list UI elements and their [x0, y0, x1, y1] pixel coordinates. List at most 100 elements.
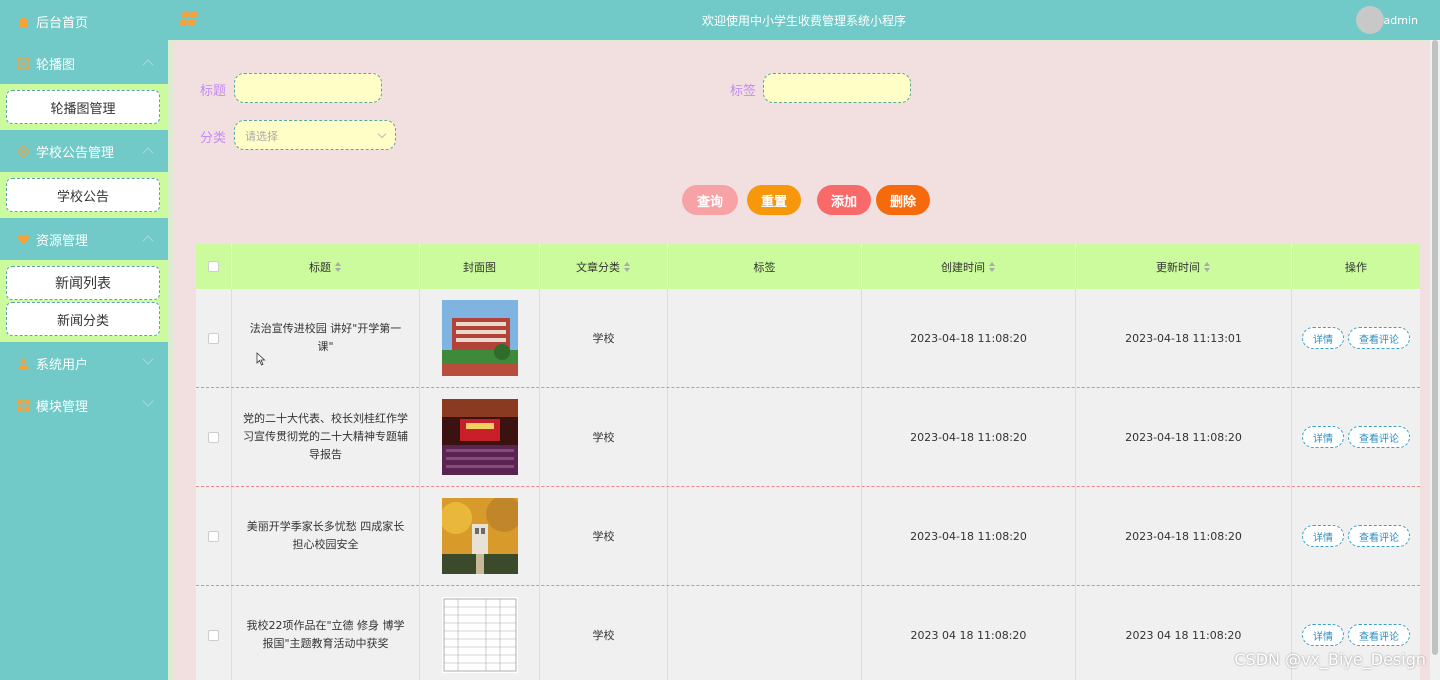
- row-tag: [668, 487, 862, 585]
- row-checkbox[interactable]: [208, 530, 219, 542]
- sidebar-home[interactable]: 后台首页: [0, 0, 168, 42]
- sidebar-item-school-notice[interactable]: 学校公告: [6, 178, 160, 212]
- row-updated: 2023-04-18 11:08:20: [1076, 487, 1292, 585]
- reset-button[interactable]: 重置: [747, 185, 801, 215]
- row-title: 我校22项作品在"立德 修身 博学 报国"主题教育活动中获奖: [232, 586, 420, 680]
- chevron-up-icon: [142, 147, 154, 159]
- detail-button[interactable]: 详情: [1302, 426, 1344, 448]
- search-button[interactable]: 查询: [682, 185, 738, 215]
- col-cover: 封面图: [420, 244, 540, 289]
- mouse-cursor-icon: [256, 352, 266, 366]
- chevron-up-icon: [142, 59, 154, 71]
- detail-button[interactable]: 详情: [1302, 525, 1344, 547]
- sidebar-group-users[interactable]: 系统用户: [0, 342, 168, 384]
- sidebar-group-modules[interactable]: 模块管理: [0, 384, 168, 426]
- tag-filter-input[interactable]: [763, 73, 911, 103]
- col-created-label: 创建时间: [941, 260, 985, 274]
- col-updated-label: 更新时间: [1156, 260, 1200, 274]
- view-comments-button[interactable]: 查看评论: [1348, 525, 1410, 547]
- chevron-down-icon: [377, 129, 387, 139]
- sort-icon[interactable]: [1204, 261, 1211, 272]
- row-title: 美丽开学季家长多忧愁 四成家长担心校园安全: [232, 487, 420, 585]
- sort-icon[interactable]: [989, 261, 996, 272]
- row-actions: 详情 查看评论: [1292, 487, 1420, 585]
- submenu-notice: 学校公告: [0, 172, 168, 218]
- page-scrollbar[interactable]: [1430, 40, 1440, 680]
- row-actions: 详情 查看评论: [1292, 388, 1420, 486]
- main-content: 标题 标签 分类 请选择 查询 重置 添加 删除 标题 封面图 文章分类 标签 …: [168, 40, 1430, 680]
- detail-button[interactable]: 详情: [1302, 624, 1344, 646]
- row-created: 2023-04-18 11:08:20: [862, 487, 1076, 585]
- select-all-checkbox[interactable]: [208, 261, 219, 272]
- row-updated: 2023-04-18 11:13:01: [1076, 289, 1292, 387]
- row-category: 学校: [540, 388, 668, 486]
- grid-icon: [16, 398, 30, 412]
- col-title[interactable]: 标题: [232, 244, 420, 289]
- user-icon: [16, 356, 30, 370]
- sidebar-group-resources[interactable]: 资源管理: [0, 218, 168, 260]
- sidebar-group-notice[interactable]: 学校公告管理: [0, 130, 168, 172]
- row-select-cell: [196, 487, 232, 585]
- view-comments-button[interactable]: 查看评论: [1348, 624, 1410, 646]
- sidebar-item-news-list[interactable]: 新闻列表: [6, 266, 160, 300]
- avatar[interactable]: [1356, 6, 1384, 34]
- title-filter-input[interactable]: [234, 73, 382, 103]
- add-button[interactable]: 添加: [817, 185, 871, 215]
- row-checkbox[interactable]: [208, 431, 219, 443]
- scrollbar-thumb[interactable]: [1432, 40, 1438, 655]
- sort-icon[interactable]: [335, 261, 342, 272]
- table-header: 标题 封面图 文章分类 标签 创建时间 更新时间 操作: [196, 244, 1420, 289]
- select-all-cell: [196, 244, 232, 289]
- row-tag: [668, 586, 862, 680]
- col-category[interactable]: 文章分类: [540, 244, 668, 289]
- col-actions: 操作: [1345, 260, 1367, 274]
- sidebar-group-label: 模块管理: [36, 399, 89, 415]
- sidebar-home-label: 后台首页: [36, 15, 89, 31]
- table-row: 美丽开学季家长多忧愁 四成家长担心校园安全 学校 2023-04-18 11:0…: [196, 487, 1420, 586]
- image-icon: [16, 56, 30, 70]
- cover-image: [441, 399, 518, 475]
- tag-filter-label: 标签: [730, 84, 757, 99]
- view-comments-button[interactable]: 查看评论: [1348, 327, 1410, 349]
- row-checkbox[interactable]: [208, 332, 219, 344]
- row-category: 学校: [540, 586, 668, 680]
- gear-icon: [16, 144, 30, 158]
- sidebar-group-label: 轮播图: [36, 57, 76, 73]
- sidebar-group-label: 学校公告管理: [36, 145, 115, 161]
- row-updated: 2023-04-18 11:08:20: [1076, 388, 1292, 486]
- row-cover: [420, 388, 540, 486]
- submenu-carousel: 轮播图管理: [0, 84, 168, 130]
- topbar: 欢迎使用中小学生收费管理系统小程序 admin: [168, 0, 1440, 40]
- page-title: 欢迎使用中小学生收费管理系统小程序: [701, 14, 906, 28]
- username[interactable]: admin: [1384, 14, 1418, 27]
- col-title-label: 标题: [309, 260, 331, 274]
- heart-icon: [16, 232, 30, 246]
- row-title: 法治宣传进校园 讲好"开学第一课": [232, 289, 420, 387]
- sidebar-item-carousel-manage[interactable]: 轮播图管理: [6, 90, 160, 124]
- sidebar-group-label: 资源管理: [36, 233, 89, 249]
- row-cover: [420, 487, 540, 585]
- category-select[interactable]: 请选择: [234, 120, 396, 150]
- detail-button[interactable]: 详情: [1302, 327, 1344, 349]
- row-created: 2023 04 18 11:08:20: [862, 586, 1076, 680]
- chevron-down-icon: [142, 353, 154, 365]
- row-select-cell: [196, 289, 232, 387]
- col-tag: 标签: [668, 244, 862, 289]
- col-created[interactable]: 创建时间: [862, 244, 1076, 289]
- row-title: 党的二十大代表、校长刘桂红作学习宣传贯彻党的二十大精神专题辅导报告: [232, 388, 420, 486]
- cover-image: [441, 597, 518, 673]
- sort-icon[interactable]: [624, 261, 631, 272]
- row-checkbox[interactable]: [208, 629, 219, 641]
- view-comments-button[interactable]: 查看评论: [1348, 426, 1410, 448]
- row-cover: [420, 586, 540, 680]
- cover-image: [441, 300, 518, 376]
- row-tag: [668, 388, 862, 486]
- delete-button[interactable]: 删除: [876, 185, 930, 215]
- col-updated[interactable]: 更新时间: [1076, 244, 1292, 289]
- col-category-label: 文章分类: [576, 260, 620, 274]
- sidebar-item-news-category[interactable]: 新闻分类: [6, 302, 160, 336]
- row-cover: [420, 289, 540, 387]
- sidebar-group-carousel[interactable]: 轮播图: [0, 42, 168, 84]
- table-row: 党的二十大代表、校长刘桂红作学习宣传贯彻党的二十大精神专题辅导报告 学校 202…: [196, 388, 1420, 487]
- row-created: 2023-04-18 11:08:20: [862, 289, 1076, 387]
